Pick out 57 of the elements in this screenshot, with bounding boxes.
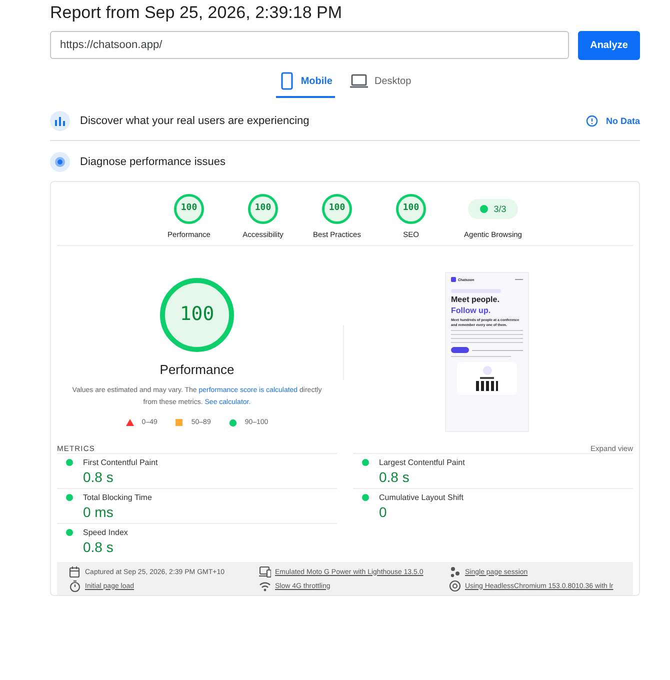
category-title: Performance — [160, 362, 234, 376]
metric-value: 0.8 s — [82, 469, 114, 485]
metric-value: 0 ms — [82, 504, 114, 520]
triangle-icon — [126, 418, 134, 426]
text-line-drawing — [480, 377, 494, 379]
status-text: No Data — [606, 116, 640, 126]
metric-value: 0.8 s — [82, 539, 114, 555]
circle-icon — [228, 418, 237, 426]
score-value: 100 — [254, 203, 272, 213]
section-title: Diagnose performance issues — [80, 156, 227, 168]
text-line-drawing — [451, 356, 511, 357]
pass-dot-icon — [362, 459, 369, 466]
gauge-ring — [322, 194, 352, 224]
pass-dot-icon — [480, 205, 488, 213]
headline: Follow up. — [451, 307, 492, 315]
phone-icon — [278, 72, 295, 90]
text-line-drawing — [515, 279, 523, 280]
metric-name: Cumulative Layout Shift — [379, 493, 464, 502]
device-tab[interactable]: Desktop — [347, 70, 414, 98]
metric-name: Total Blocking Time — [83, 493, 152, 502]
logo-icon — [451, 277, 456, 282]
pass-dot-icon — [362, 494, 369, 501]
gauge-ring — [396, 194, 426, 224]
score-value: 100 — [328, 203, 346, 213]
calendar-icon — [69, 566, 81, 578]
score-value: 100 — [402, 203, 420, 213]
gauge-ring — [248, 194, 278, 224]
gauge-ring — [174, 194, 204, 224]
dots-icon — [449, 566, 461, 578]
avatar-circle — [482, 366, 492, 375]
analyze-button[interactable]: Analyze — [578, 31, 640, 60]
devices-icon — [259, 566, 271, 578]
info-icon — [586, 115, 598, 127]
metric-name: First Contentful Paint — [83, 458, 158, 467]
button-drawing — [451, 347, 469, 353]
pass-dot-icon — [66, 529, 73, 536]
metric-value: 0 — [378, 504, 388, 520]
metric-name: Largest Contentful Paint — [379, 458, 465, 467]
url-field[interactable]: https://chatsoon.app/ — [50, 31, 569, 59]
metric-name: Speed Index — [83, 528, 128, 537]
pass-dot-icon — [66, 459, 73, 466]
laptop-icon — [350, 72, 368, 90]
qr-code-drawing — [476, 381, 498, 391]
section-title: Discover what your real users are experiencing — [80, 115, 310, 127]
pass-dot-icon — [66, 494, 73, 501]
device-tab[interactable]: Mobile — [276, 70, 336, 98]
score-value: 100 — [178, 302, 216, 324]
report-title: Report from Sep 25, 2026, 2:39:18 PM — [50, 2, 344, 24]
headline: Meet people. — [451, 296, 500, 304]
target-icon — [50, 152, 70, 172]
stopwatch-icon — [69, 580, 81, 592]
square-icon — [175, 418, 184, 426]
score-value: 100 — [180, 203, 198, 213]
metric-value: 0.8 s — [378, 469, 410, 485]
signal-icon — [259, 580, 271, 592]
bar-chart-icon — [50, 111, 70, 131]
score-value: 3/3 — [494, 204, 506, 214]
